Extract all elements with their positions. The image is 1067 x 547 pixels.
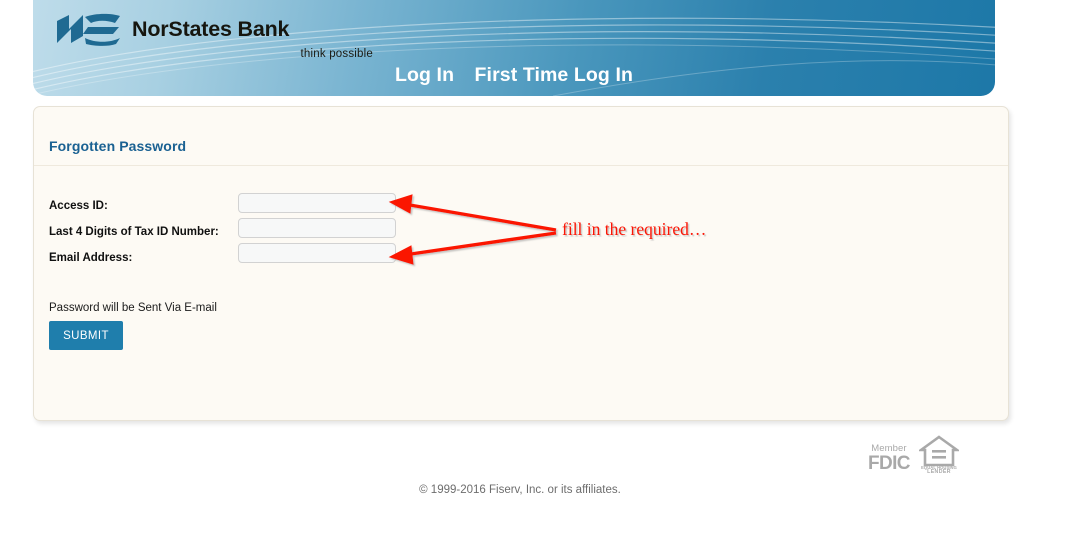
footer-badges: Member FDIC EQUAL HOUSING LENDER	[868, 435, 961, 475]
panel-divider	[34, 165, 1008, 166]
nav-item-login[interactable]: Log In	[395, 64, 454, 87]
nav-item-first-time-login[interactable]: First Time Log In	[475, 64, 633, 87]
submit-button[interactable]: SUBMIT	[49, 321, 123, 350]
primary-navigation: Log In First Time Log In	[33, 64, 995, 87]
copyright-text: © 1999-2016 Fiserv, Inc. or its affiliat…	[419, 484, 621, 496]
access-id-input[interactable]	[238, 193, 396, 213]
tax-id-input[interactable]	[238, 218, 396, 238]
equal-housing-lender-logo: EQUAL HOUSING LENDER	[916, 435, 961, 475]
bank-name-text: NorStates Bank	[132, 16, 290, 41]
email-label: Email Address:	[49, 252, 133, 264]
ns-monogram-icon	[57, 13, 120, 46]
password-delivery-note: Password will be Sent Via E-mail	[49, 302, 217, 314]
email-input[interactable]	[238, 243, 396, 263]
form-row-tax-id: Last 4 Digits of Tax ID Number:	[49, 219, 219, 245]
access-id-label: Access ID:	[49, 200, 108, 212]
forgotten-password-form: Access ID: Last 4 Digits of Tax ID Numbe…	[49, 193, 396, 271]
form-row-email: Email Address:	[49, 245, 219, 271]
site-header: NorStates Bank think possible Log In Fir…	[33, 0, 995, 96]
page-title: Forgotten Password	[49, 138, 187, 154]
tax-id-label: Last 4 Digits of Tax ID Number:	[49, 226, 219, 238]
fdic-name-text: FDIC	[868, 453, 911, 474]
brand-tagline: think possible	[300, 48, 373, 60]
forgotten-password-panel: Forgotten Password Access ID: Last 4 Dig…	[33, 106, 1009, 421]
svg-text:LENDER: LENDER	[927, 469, 951, 473]
form-row-access-id: Access ID:	[49, 193, 219, 219]
brand-logo-block[interactable]: NorStates Bank think possible	[55, 12, 375, 60]
fdic-member-text: Member	[871, 442, 907, 454]
fdic-member-logo: Member FDIC	[868, 442, 911, 474]
